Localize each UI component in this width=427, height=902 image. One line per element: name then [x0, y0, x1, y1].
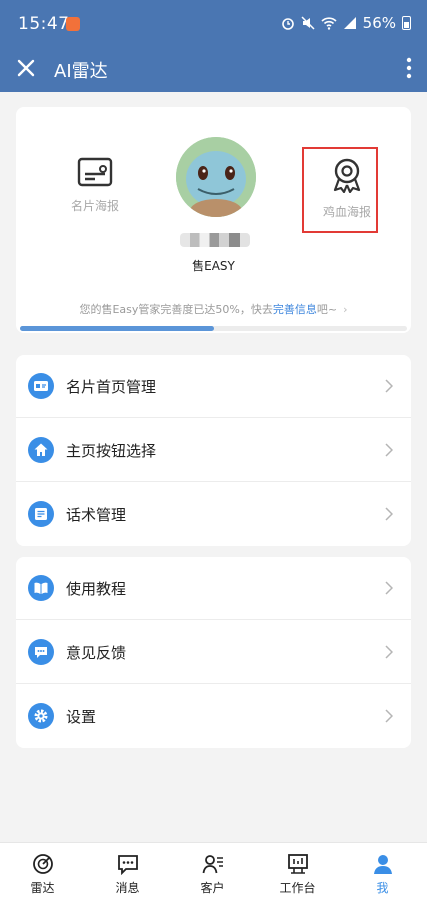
system-icons: 56% [281, 14, 411, 32]
completion-suffix: 吧~ [316, 303, 338, 316]
profile-name: 售EASY [192, 259, 235, 273]
app-bar: AI雷达 [0, 48, 427, 92]
status-time: 15:47 [18, 14, 70, 34]
menu-item-homepage-buttons[interactable]: 主页按钮选择 [16, 419, 411, 482]
completion-hint[interactable]: 您的售Easy管家完善度已达50%，快去完善信息吧~ › [16, 301, 411, 317]
menu-item-label: 主页按钮选择 [66, 442, 157, 460]
workbench-icon [287, 854, 308, 874]
customer-icon [202, 855, 223, 874]
tab-label: 雷达 [30, 881, 55, 895]
tab-label: 客户 [200, 881, 225, 895]
chevron-right-icon [385, 645, 393, 659]
complete-info-link[interactable]: 完善信息 [273, 303, 317, 316]
tab-label: 消息 [115, 881, 140, 895]
card-icon [28, 373, 54, 399]
tab-radar[interactable]: 雷达 [0, 843, 85, 902]
menu-item-label: 设置 [66, 708, 97, 726]
profile-card: 名片海报 售EASY 鸡血海报 您的售Easy管家完善度已达50%，快去完善信息… [16, 107, 411, 333]
user-icon [373, 855, 392, 874]
menu-item-scripts[interactable]: 话术管理 [16, 483, 411, 546]
chevron-right-icon: › [343, 303, 348, 316]
avatar-image [176, 137, 256, 217]
menu-item-label: 名片首页管理 [66, 378, 157, 396]
note-icon [28, 501, 54, 527]
mute-icon [301, 16, 315, 30]
business-card-poster-label: 名片海报 [70, 199, 119, 213]
completion-progress-bar [20, 326, 407, 331]
bottom-tab-bar: 雷达 消息 客户 工作台 我 [0, 842, 427, 902]
alarm-icon [281, 18, 294, 30]
menu-item-label: 意见反馈 [66, 644, 127, 662]
chevron-right-icon [385, 581, 393, 595]
close-icon[interactable] [14, 56, 38, 80]
menu-item-feedback[interactable]: 意见反馈 [16, 621, 411, 684]
radar-icon [32, 854, 53, 874]
tab-label: 工作台 [279, 881, 316, 895]
avatar[interactable] [176, 137, 256, 217]
menu-group-help: 使用教程 意见反馈 设置 [16, 557, 411, 748]
tab-customers[interactable]: 客户 [170, 843, 255, 902]
chevron-right-icon [385, 507, 393, 521]
chat-icon [28, 639, 54, 665]
masked-username [180, 233, 250, 247]
signal-icon [343, 17, 356, 29]
battery-icon [402, 16, 411, 30]
battery-percent: 56% [362, 14, 396, 32]
wifi-icon [321, 17, 337, 30]
home-icon [28, 437, 54, 463]
completion-prefix: 您的售Easy管家完善度已达50%，快去 [79, 303, 273, 316]
tab-me[interactable]: 我 [340, 843, 425, 902]
chevron-right-icon [385, 709, 393, 723]
tab-workbench[interactable]: 工作台 [255, 843, 340, 902]
book-icon [28, 575, 54, 601]
chevron-right-icon [385, 379, 393, 393]
status-bar: 15:47 56% [0, 0, 427, 48]
highlight-box [302, 147, 378, 233]
tab-messages[interactable]: 消息 [85, 843, 170, 902]
gear-icon [28, 703, 54, 729]
menu-item-tutorial[interactable]: 使用教程 [16, 557, 411, 620]
message-icon [117, 855, 138, 875]
chevron-right-icon [385, 443, 393, 457]
menu-item-settings[interactable]: 设置 [16, 685, 411, 748]
menu-item-label: 话术管理 [66, 506, 127, 524]
business-card-icon [77, 157, 113, 187]
menu-item-card-homepage[interactable]: 名片首页管理 [16, 355, 411, 418]
notification-app-icon [66, 17, 80, 31]
business-card-poster-button[interactable]: 名片海报 [50, 157, 140, 214]
more-vertical-icon[interactable] [403, 56, 415, 80]
page-title: AI雷达 [54, 61, 108, 82]
menu-group-management: 名片首页管理 主页按钮选择 话术管理 [16, 355, 411, 546]
tab-label: 我 [376, 881, 389, 895]
menu-item-label: 使用教程 [66, 580, 127, 598]
completion-progress-fill [20, 326, 214, 331]
